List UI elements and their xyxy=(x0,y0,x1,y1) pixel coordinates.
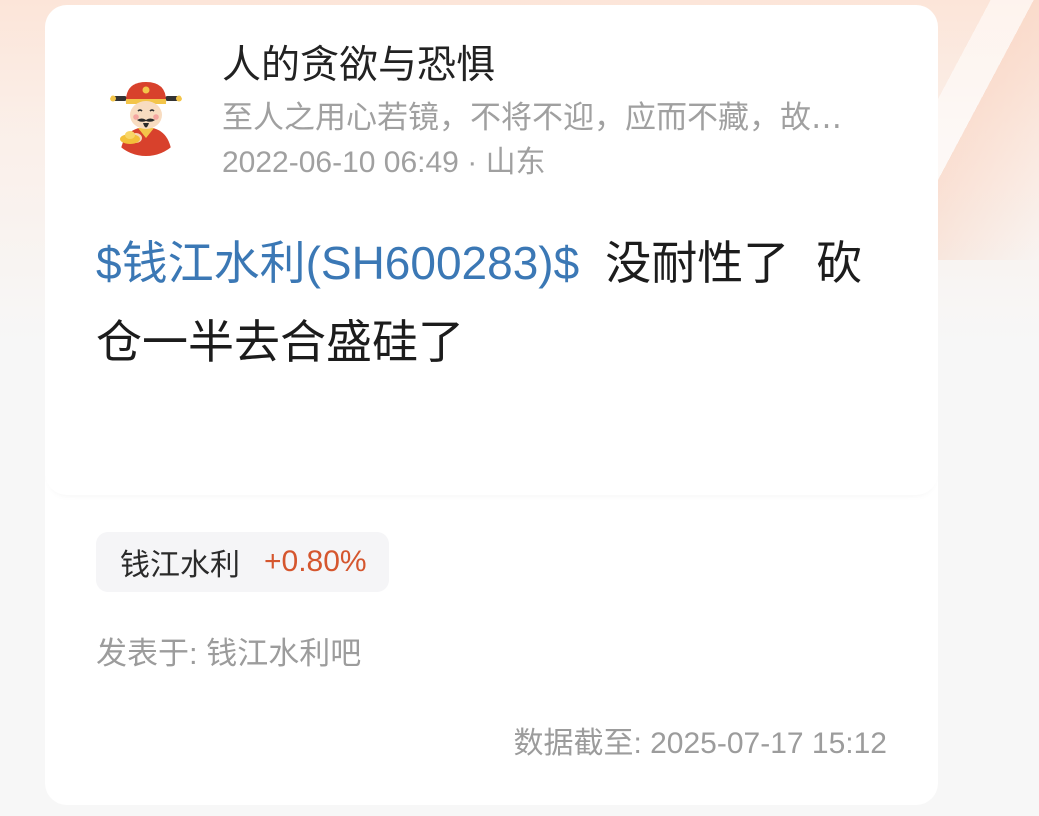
meta-separator: · xyxy=(467,146,478,179)
username[interactable]: 人的贪欲与恐惧 xyxy=(222,41,495,91)
background-decoration xyxy=(938,0,1039,260)
stock-chip[interactable]: 钱江水利 +0.80% xyxy=(96,532,389,592)
post-meta: 2022-06-10 06:49 · 山东 xyxy=(222,142,546,184)
post-body: $钱江水利(SH600283)$ 没耐性了 砍仓一半去合盛硅了 xyxy=(96,224,896,382)
stock-chip-name: 钱江水利 xyxy=(120,549,240,582)
post-timestamp: 2022-06-10 06:49 xyxy=(222,146,459,179)
stock-chip-change: +0.80% xyxy=(264,545,367,578)
stock-tag-link[interactable]: $钱江水利(SH600283)$ xyxy=(96,237,579,289)
forum-name-link[interactable]: 钱江水利吧 xyxy=(206,636,361,671)
forum-line: 发表于: 钱江水利吧 xyxy=(96,632,361,676)
caishen-avatar-icon xyxy=(106,76,186,156)
user-bio: 至人之用心若镜，不将不迎，应而不藏，故… xyxy=(222,100,842,136)
forum-label: 发表于: xyxy=(96,636,207,671)
avatar[interactable] xyxy=(106,76,186,156)
data-as-of: 数据截至: 2025-07-17 15:12 xyxy=(513,727,887,760)
post-location: 山东 xyxy=(485,146,546,179)
